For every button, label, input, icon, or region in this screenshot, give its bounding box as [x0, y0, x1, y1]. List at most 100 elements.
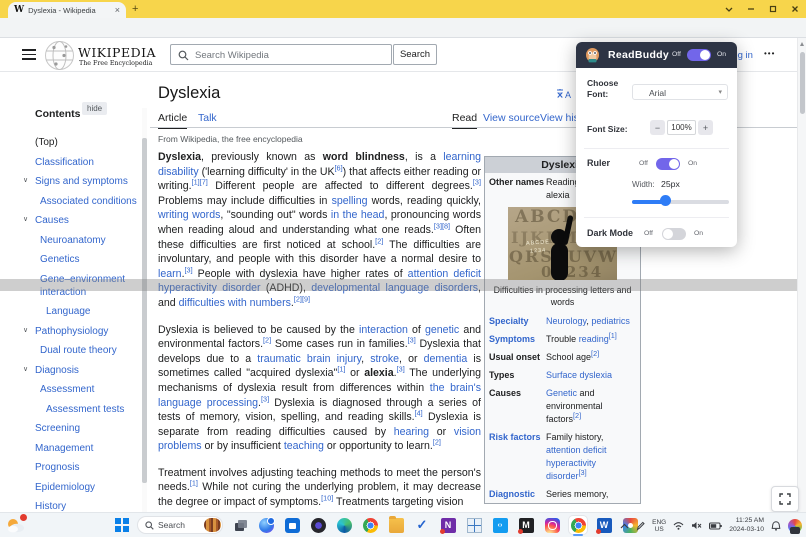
wiki-link[interactable]: pediatrics: [591, 316, 630, 326]
sidebar-item-management[interactable]: Management: [10, 442, 142, 455]
citation-ref[interactable]: [2]: [591, 349, 599, 358]
tab-view-source[interactable]: View source: [483, 112, 540, 128]
citation-ref[interactable]: [2][9]: [294, 294, 310, 303]
sidebar-item--top-[interactable]: (Top): [10, 136, 142, 149]
edge-icon[interactable]: [335, 516, 353, 534]
page-scrollbar[interactable]: [797, 38, 806, 512]
wiki-link[interactable]: spelling: [332, 195, 368, 207]
citation-ref[interactable]: [3]: [473, 178, 481, 187]
battery-icon[interactable]: [709, 522, 722, 530]
font-size-minus-button[interactable]: −: [650, 120, 665, 135]
wiki-link[interactable]: writing words: [158, 209, 220, 221]
window-maximize-icon[interactable]: [768, 4, 778, 14]
fullscreen-button[interactable]: [771, 486, 799, 512]
citation-ref[interactable]: [3]: [579, 468, 587, 477]
onenote-icon[interactable]: [439, 516, 457, 534]
infobox-label[interactable]: Symptoms: [489, 333, 546, 346]
mail-icon[interactable]: [517, 516, 535, 534]
citation-ref[interactable]: [3][8]: [434, 221, 450, 230]
chrome-active-icon[interactable]: [569, 516, 587, 534]
infobox-label[interactable]: Diagnostic: [489, 488, 546, 501]
chrome-icon[interactable]: [361, 516, 379, 534]
infobox-label[interactable]: Risk factors: [489, 431, 546, 483]
window-close-icon[interactable]: [790, 4, 800, 14]
scrollbar-thumb[interactable]: [800, 52, 805, 114]
sidebar-item-dual-route-theory[interactable]: Dual route theory: [10, 344, 142, 357]
paint-icon[interactable]: [788, 519, 802, 533]
search-input[interactable]: Search Wikipedia: [170, 44, 392, 65]
width-slider-thumb[interactable]: [660, 195, 671, 206]
wiki-link[interactable]: difficulties with numbers: [179, 297, 291, 309]
sidebar-item-assessment-tests[interactable]: Assessment tests: [10, 403, 142, 416]
sidebar-item-pathophysiology[interactable]: ∨Pathophysiology: [10, 325, 142, 338]
language-indicator[interactable]: ENGUS: [652, 519, 666, 533]
wiki-link[interactable]: interaction: [359, 324, 408, 336]
scroll-up-arrow[interactable]: [800, 42, 804, 46]
wifi-icon[interactable]: [673, 521, 684, 530]
ruler-toggle[interactable]: [656, 158, 680, 170]
wiki-link[interactable]: attention deficit hyperactivity disorder: [546, 445, 607, 481]
wiki-link[interactable]: genetic: [425, 324, 459, 336]
chevron-down-icon[interactable]: ∨: [23, 174, 28, 187]
file-explorer-icon[interactable]: [387, 516, 405, 534]
wiki-link[interactable]: Genetic: [546, 388, 577, 398]
search-button[interactable]: Search: [393, 44, 437, 65]
infobox-label[interactable]: Specialty: [489, 315, 546, 328]
new-tab-icon[interactable]: +: [132, 3, 138, 15]
citation-ref[interactable]: [2]: [263, 336, 271, 345]
sidebar-item-assessment[interactable]: Assessment: [10, 383, 142, 396]
chevron-down-icon[interactable]: ∨: [23, 363, 28, 376]
wiki-link[interactable]: in the head: [331, 209, 385, 221]
width-slider-track[interactable]: [632, 200, 729, 204]
weather-widget[interactable]: [5, 515, 27, 535]
sidebar-item-diagnosis[interactable]: ∨Diagnosis: [10, 364, 142, 377]
sidebar-item-epidemiology[interactable]: Epidemiology: [10, 481, 142, 494]
sidebar-item-classification[interactable]: Classification: [10, 156, 142, 169]
language-icon[interactable]: A: [556, 88, 573, 100]
wiki-link[interactable]: reading: [579, 334, 609, 344]
font-size-plus-button[interactable]: +: [698, 120, 713, 135]
citation-ref[interactable]: [2]: [573, 411, 581, 420]
sidebar-item-prognosis[interactable]: Prognosis: [10, 461, 142, 474]
citation-ref[interactable]: [1][7]: [192, 178, 208, 187]
font-size-value[interactable]: [667, 120, 696, 135]
chevron-down-icon[interactable]: ∨: [23, 213, 28, 226]
citation-ref[interactable]: [6]: [335, 163, 343, 172]
instagram-icon[interactable]: [543, 516, 561, 534]
calculator-icon[interactable]: [465, 516, 483, 534]
wiki-link[interactable]: dementia: [424, 353, 468, 365]
sidebar-item-screening[interactable]: Screening: [10, 422, 142, 435]
citation-ref[interactable]: [10]: [321, 494, 333, 503]
volume-muted-icon[interactable]: [691, 521, 702, 530]
tab-close-icon[interactable]: ×: [115, 6, 120, 15]
citation-ref[interactable]: [3]: [261, 394, 269, 403]
taskbar-search[interactable]: Search: [137, 516, 223, 534]
store-icon[interactable]: [283, 516, 301, 534]
citation-ref[interactable]: [3]: [408, 336, 416, 345]
pen-icon[interactable]: [636, 521, 645, 531]
settings-dark-icon[interactable]: [309, 516, 327, 534]
browser-tab[interactable]: W Dyslexia - Wikipedia ×: [8, 2, 126, 18]
wiki-link[interactable]: traumatic brain injury: [257, 353, 361, 365]
sidebar-item-language[interactable]: Language: [10, 305, 142, 318]
wikipedia-globe-logo[interactable]: [44, 40, 75, 71]
wiki-link[interactable]: learn: [158, 268, 182, 280]
clock[interactable]: 11:25 AM2024-03-10: [729, 517, 764, 534]
window-chevron-icon[interactable]: [724, 4, 734, 14]
citation-ref[interactable]: [4]: [415, 409, 423, 418]
citation-ref[interactable]: [1]: [609, 331, 617, 340]
wikipedia-wordmark[interactable]: WIKIPEDIA: [78, 45, 156, 60]
copilot-icon[interactable]: [257, 516, 275, 534]
toc-hide-button[interactable]: hide: [82, 102, 107, 115]
wiki-link[interactable]: teaching: [284, 440, 324, 452]
toc-scrollbar[interactable]: [142, 108, 147, 512]
more-options-dots[interactable]: •••: [764, 49, 775, 58]
sidebar-item-associated-conditions[interactable]: Associated conditions: [10, 195, 142, 208]
wiki-link[interactable]: stroke: [370, 353, 399, 365]
wiki-link[interactable]: hearing: [394, 426, 429, 438]
hamburger-menu-icon[interactable]: [22, 49, 36, 60]
tray-chevron-icon[interactable]: [620, 523, 629, 529]
notification-bell-icon[interactable]: [771, 521, 781, 531]
windows-start-icon[interactable]: [115, 518, 129, 532]
search-highlight-image[interactable]: [204, 518, 221, 532]
